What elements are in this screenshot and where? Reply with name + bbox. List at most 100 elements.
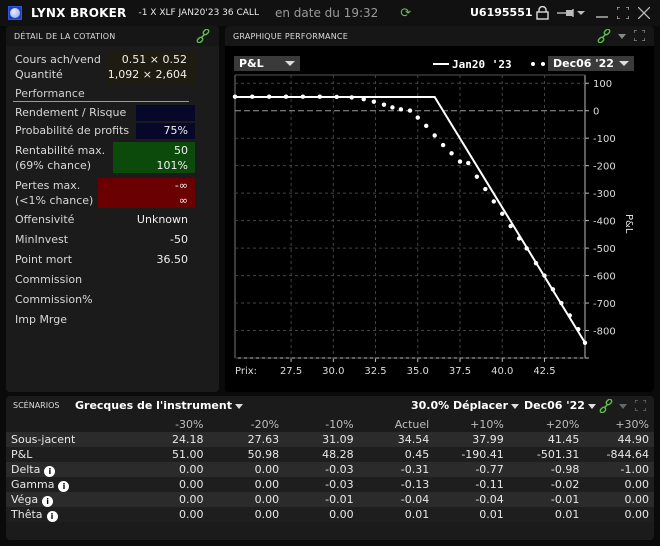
row-label: P&L xyxy=(6,447,129,462)
x-tick-label: 37.5 xyxy=(449,366,471,377)
table-cell: -0.13 xyxy=(353,477,430,492)
row-label-text: Sous-jacent xyxy=(11,433,76,446)
maximize-icon[interactable] xyxy=(617,7,629,19)
maximize-icon[interactable] xyxy=(635,400,646,411)
y-tick-label: -300 xyxy=(593,189,616,200)
table-row: P&L 51.00 50.98 48.28 0.45 -190.41 -501.31 -844… xyxy=(6,447,654,462)
table-cell: 0.00 xyxy=(128,507,204,522)
row-label: Véga i xyxy=(6,492,129,507)
info-icon[interactable]: i xyxy=(46,510,58,522)
table-cell: 0.00 xyxy=(279,507,354,522)
row-label-text: Véga xyxy=(11,492,39,506)
series-point-dec06 xyxy=(415,115,420,120)
chevron-down-icon xyxy=(511,403,520,409)
y-tick-label: -500 xyxy=(593,244,616,255)
max-profit-chance: (69% chance) xyxy=(15,159,92,172)
table-cell: -0.01 xyxy=(279,492,354,507)
max-loss-label: Pertes max. xyxy=(15,179,81,192)
series-point-dec06 xyxy=(250,94,255,99)
table-cell: 0.00 xyxy=(579,507,654,522)
minimize-icon[interactable] xyxy=(596,8,608,18)
table-cell: 0.00 xyxy=(203,477,280,492)
column-header: +30% xyxy=(615,418,649,431)
move-dropdown-value: 30.0% Déplacer xyxy=(411,399,509,412)
globe-icon xyxy=(8,6,22,20)
y-tick-label: -200 xyxy=(593,162,616,173)
info-icon[interactable]: i xyxy=(42,495,54,507)
refresh-icon[interactable]: ⟳ xyxy=(400,6,411,21)
series-point-dec06 xyxy=(550,287,556,292)
move-dropdown[interactable]: 30.0% Déplacer xyxy=(411,399,520,412)
series-point-dec06 xyxy=(407,108,413,113)
quote-panel-title: DÉTAIL DE LA COTATION xyxy=(14,31,116,41)
aggressiveness-value: Unknown xyxy=(136,213,188,226)
table-cell: -0.31 xyxy=(353,462,430,477)
table-cell: -0.11 xyxy=(429,477,504,492)
series-point-dec06 xyxy=(283,94,289,99)
options-caret-icon[interactable] xyxy=(619,404,627,409)
y-tick-label: 100 xyxy=(593,79,612,90)
x-tick-label: 27.5 xyxy=(280,366,302,377)
table-cell: 31.09 xyxy=(279,432,354,447)
instrument-label: -1 X XLF JAN20'23 36 CALL xyxy=(138,8,259,18)
pin-icon[interactable] xyxy=(557,8,585,18)
scenario-date-dropdown[interactable]: Dec06 '22 xyxy=(524,399,596,412)
table-cell: 0.00 xyxy=(203,492,280,507)
series-point-dec06 xyxy=(398,107,404,112)
x-tick-label: 42.5 xyxy=(533,366,555,377)
table-header-row: -30% -20% -10% Actuel +10% +20% +30% xyxy=(6,417,654,432)
greeks-dropdown-value: Grecques de l'instrument xyxy=(75,399,232,412)
row-label: Gamma i xyxy=(6,477,129,492)
x-tick-label: 32.5 xyxy=(364,366,386,377)
series-point-dec06 xyxy=(508,223,513,229)
link-icon[interactable] xyxy=(196,29,210,43)
x-tick-label: 35.0 xyxy=(407,366,429,377)
table-cell: -0.04 xyxy=(429,492,504,507)
as-of-date: en date du 19:32 xyxy=(274,6,379,20)
divider xyxy=(13,101,189,102)
scenario-date-value: Dec06 '22 xyxy=(524,399,585,412)
min-invest-value: -50 xyxy=(170,233,188,246)
row-label: Thêta i xyxy=(6,507,129,522)
table-cell: 48.28 xyxy=(279,447,354,462)
column-header: +20% xyxy=(545,418,580,431)
column-header: -20% xyxy=(250,418,280,431)
series-point-dec06 xyxy=(567,313,572,318)
series-point-dec06 xyxy=(371,99,377,104)
y-tick-label: -400 xyxy=(593,217,616,228)
series-point-dec06 xyxy=(432,133,437,138)
series-point-dec06 xyxy=(266,94,272,99)
table-cell: 0.01 xyxy=(503,507,580,522)
series-point-dec06 xyxy=(582,340,588,345)
x-tick-label: 30.0 xyxy=(322,366,344,377)
legend-dot-swatch xyxy=(531,62,535,66)
series-point-dec06 xyxy=(349,95,354,100)
close-icon[interactable] xyxy=(638,7,650,19)
chevron-down-icon xyxy=(587,403,596,409)
table-cell: 27.63 xyxy=(203,432,280,447)
series-point-dec06 xyxy=(300,94,306,99)
greeks-dropdown[interactable]: Grecques de l'instrument xyxy=(75,399,243,412)
min-invest-label: MinInvest xyxy=(15,233,69,246)
max-profit-pct: 101% xyxy=(156,159,188,172)
table-cell: -0.77 xyxy=(429,462,504,477)
return-risk-box xyxy=(136,105,195,121)
series-point-dec06 xyxy=(466,160,471,166)
info-icon[interactable]: i xyxy=(58,480,70,492)
table-cell: 0.01 xyxy=(429,507,504,522)
table-cell: 34.54 xyxy=(353,432,430,447)
y-tick-label: -800 xyxy=(593,327,616,338)
series-point-dec06 xyxy=(317,94,322,99)
series-point-dec06 xyxy=(424,123,429,129)
title-bar: LYNX BROKER -1 X XLF JAN20'23 36 CALL en… xyxy=(0,0,660,26)
performance-chart-panel: GRAPHIQUE PERFORMANCE P&L Dec06 '22 27.5… xyxy=(225,26,654,392)
info-icon[interactable]: i xyxy=(44,465,56,477)
lock-icon[interactable] xyxy=(536,6,549,20)
link-icon[interactable] xyxy=(599,399,613,413)
table-cell: 41.45 xyxy=(503,432,580,447)
table-cell: 0.00 xyxy=(128,477,204,492)
table-cell: 0.01 xyxy=(353,507,430,522)
column-header: -30% xyxy=(175,418,204,431)
series-point-dec06 xyxy=(533,261,539,266)
commission-pct-label: Commission% xyxy=(15,293,93,306)
